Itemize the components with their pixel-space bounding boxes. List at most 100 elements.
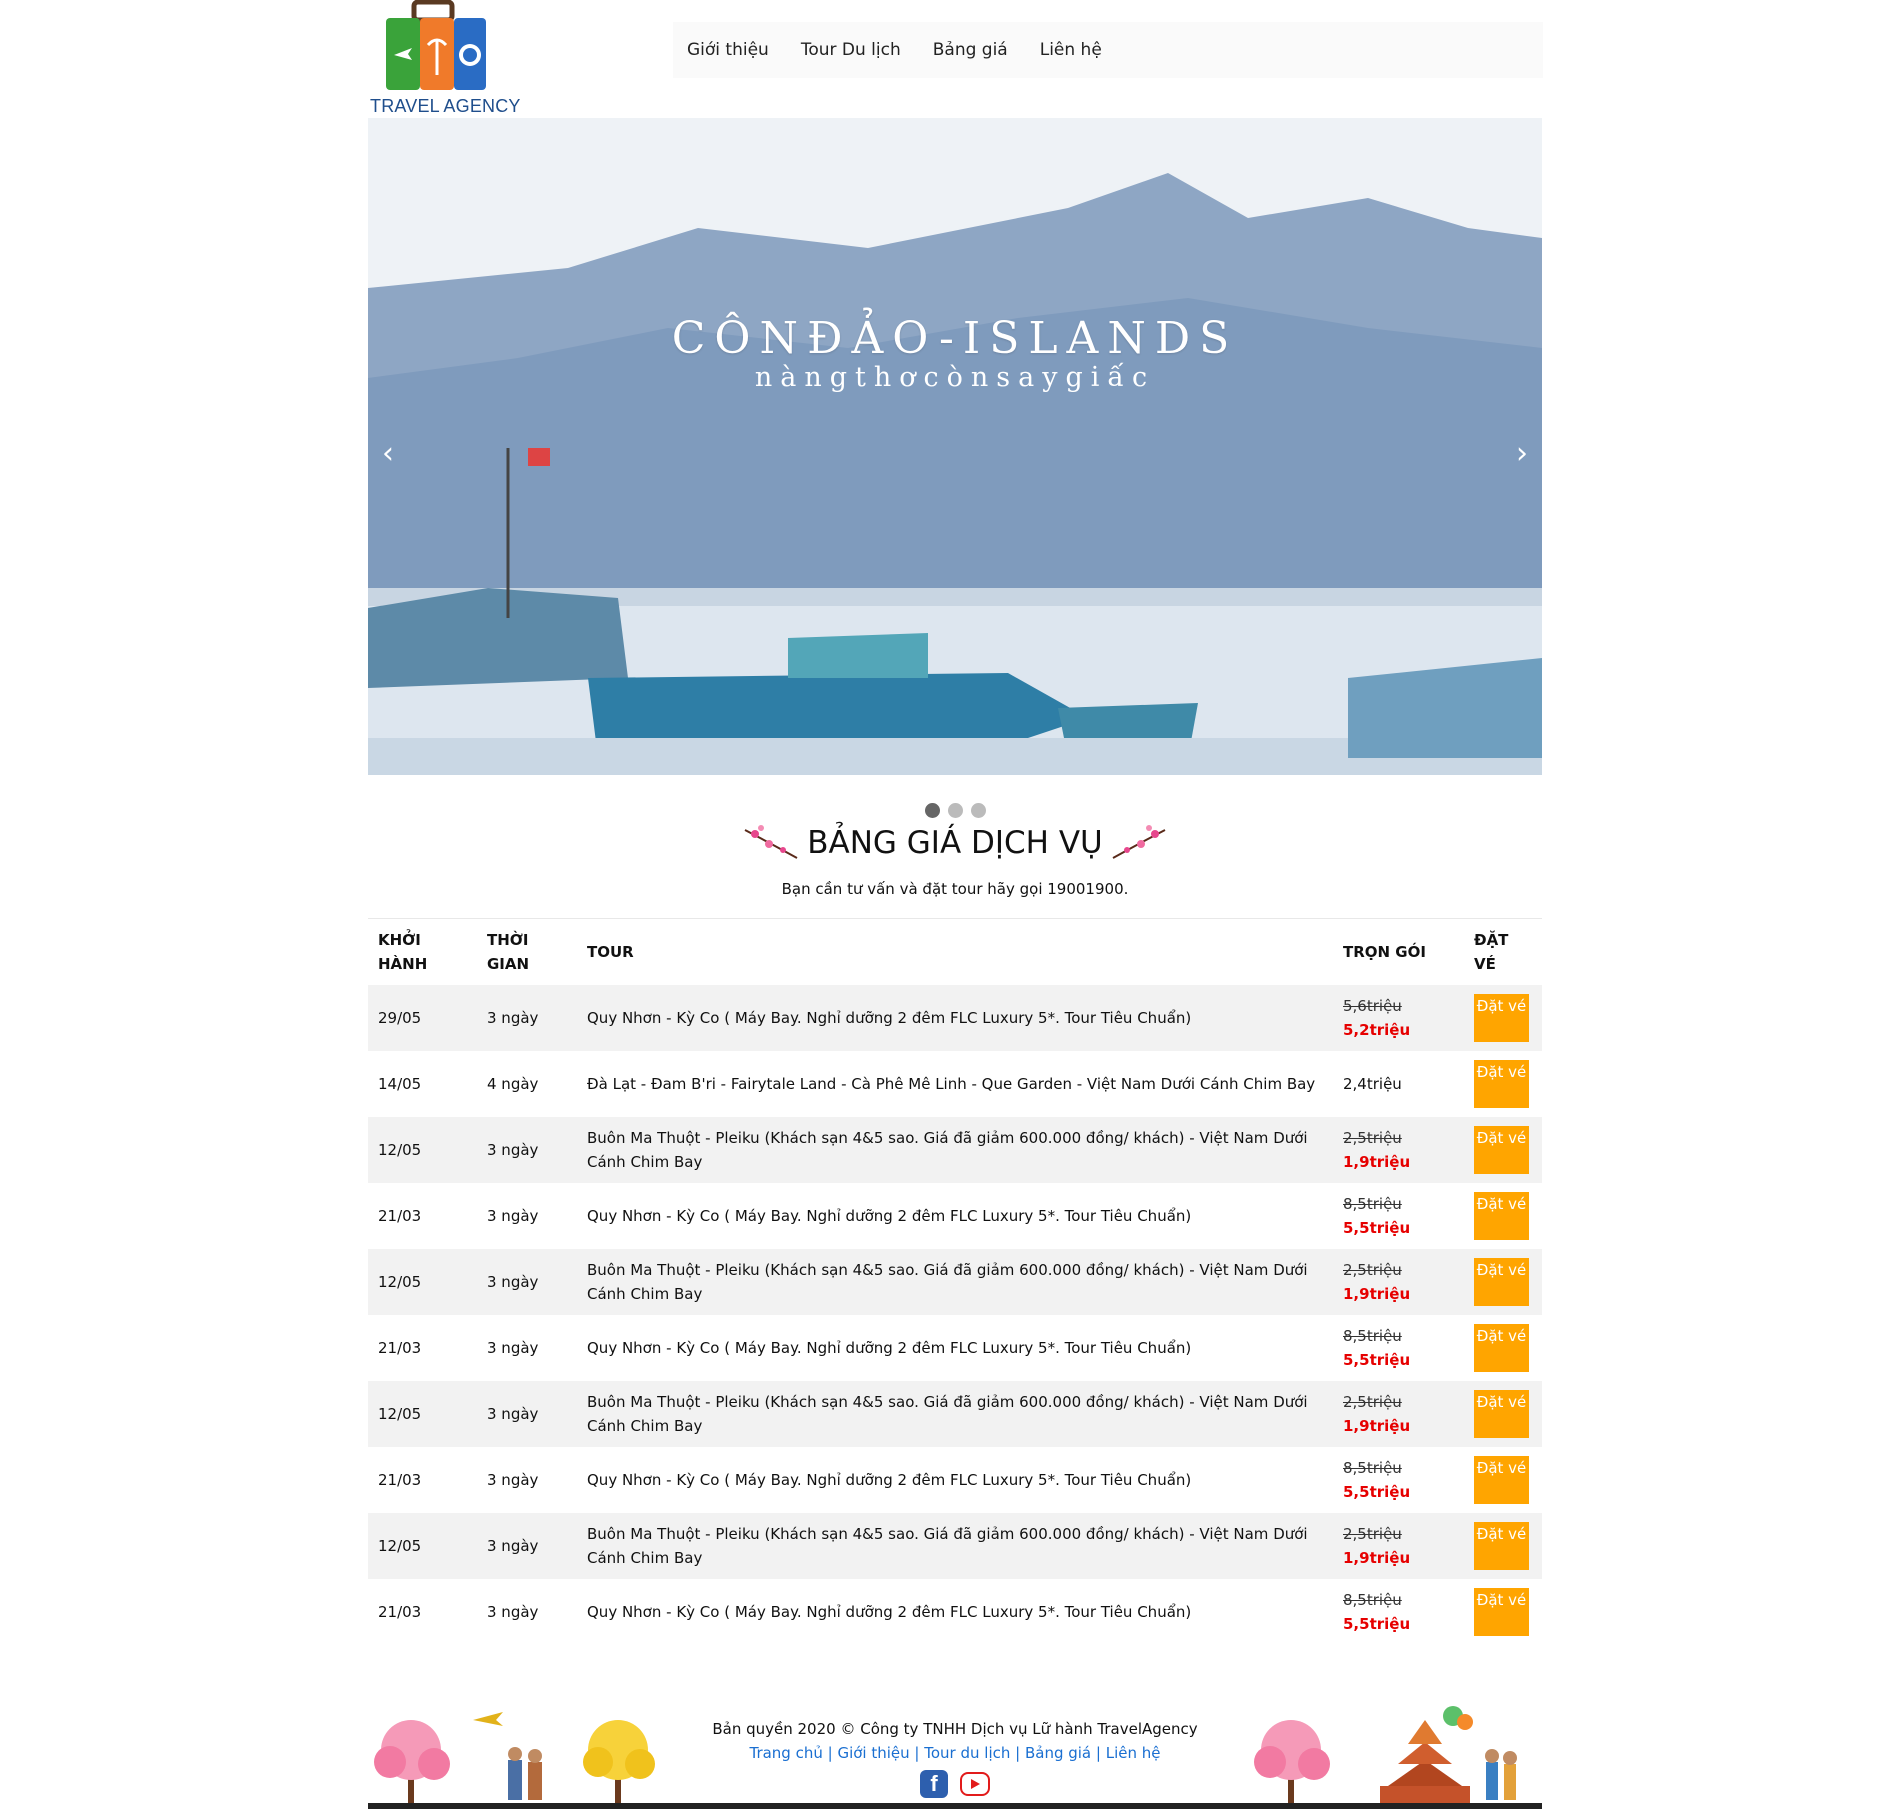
nav-link-bang-gia[interactable]: Bảng giá (933, 40, 1008, 60)
booking-cell: Đặt vé (1464, 985, 1542, 1051)
tour-name: Quy Nhơn - Kỳ Co ( Máy Bay. Nghỉ dưỡng 2… (587, 1009, 1192, 1027)
booking-cell: Đặt vé (1464, 1315, 1542, 1381)
footer-link-lien-he[interactable]: Liên hệ (1106, 1744, 1161, 1762)
slider-next-arrow-icon[interactable]: › (1516, 436, 1528, 471)
package-price: 2,5triệu 1,9triệu (1333, 1117, 1464, 1183)
package-price: 5,6triệu 5,2triệu (1333, 985, 1464, 1051)
booking-cell: Đặt vé (1464, 1513, 1542, 1579)
departure-date: 12/05 (378, 1537, 422, 1555)
nav-link-tour-du-lich[interactable]: Tour Du lịch (801, 40, 901, 60)
slider-dot-2[interactable] (947, 803, 963, 818)
slide-title: CÔNĐẢO-ISLANDS (671, 313, 1239, 364)
sale-price: 1,9triệu (1343, 1153, 1411, 1171)
slide-subtitle: nàngthơcònsaygiấc (754, 362, 1156, 393)
booking-cell: Đặt vé (1464, 1117, 1542, 1183)
sale-price: 5,5triệu (1343, 1615, 1411, 1633)
table-header-row: KHỞI HÀNH THỜI GIAN TOUR TRỌN GÓI ĐẶT VÉ (368, 918, 1542, 985)
book-ticket-button[interactable]: Đặt vé (1474, 1258, 1529, 1306)
suitcase-logo-icon (386, 0, 486, 90)
departure-date: 12/05 (378, 1273, 422, 1291)
old-price: 2,5triệu (1343, 1393, 1402, 1411)
section-subtitle: Bạn cần tư vấn và đặt tour hãy gọi 19001… (781, 880, 1129, 898)
footer-links: Trang chủ | Giới thiệu | Tour du lịch | … (368, 1744, 1542, 1762)
old-price: 2,5triệu (1343, 1129, 1402, 1147)
table-row: 21/03 3 ngày Quy Nhơn - Kỳ Co ( Máy Bay.… (368, 1315, 1542, 1381)
footer-link-gioi-thieu[interactable]: Giới thiệu (837, 1744, 909, 1762)
nav-link-lien-he[interactable]: Liên hệ (1040, 40, 1102, 60)
footer-link-bang-gia[interactable]: Bảng giá (1025, 1744, 1091, 1762)
section-title: BẢNG GIÁ DỊCH VỤ (807, 825, 1103, 861)
book-ticket-button[interactable]: Đặt vé (1474, 1522, 1529, 1570)
book-ticket-button[interactable]: Đặt vé (1474, 1588, 1529, 1636)
package-price: 2,5triệu 1,9triệu (1333, 1249, 1464, 1315)
footer-link-trang-chu[interactable]: Trang chủ (749, 1744, 822, 1762)
old-price: 8,5triệu (1343, 1591, 1402, 1609)
tour-name: Quy Nhơn - Kỳ Co ( Máy Bay. Nghỉ dưỡng 2… (587, 1207, 1192, 1225)
booking-cell: Đặt vé (1464, 1579, 1542, 1645)
old-price: 8,5triệu (1343, 1327, 1402, 1345)
footer-link-tour-du-lich[interactable]: Tour du lịch (924, 1744, 1010, 1762)
column-header-departure: KHỞI HÀNH (368, 918, 477, 985)
youtube-icon[interactable] (960, 1772, 990, 1796)
book-ticket-button[interactable]: Đặt vé (1474, 1192, 1529, 1240)
slide-image (368, 118, 1542, 775)
old-price: 8,5triệu (1343, 1459, 1402, 1477)
duration: 3 ngày (487, 1207, 539, 1225)
facebook-icon[interactable]: f (920, 1770, 948, 1798)
column-header-package-price: TRỌN GÓI (1333, 918, 1464, 985)
departure-date: 21/03 (378, 1603, 422, 1621)
tour-name: Buôn Ma Thuột - Pleiku (Khách sạn 4&5 sa… (587, 1393, 1308, 1435)
table-row: 12/05 3 ngày Buôn Ma Thuột - Pleiku (Khá… (368, 1381, 1542, 1447)
package-price: 8,5triệu 5,5triệu (1333, 1447, 1464, 1513)
old-price: 2,5triệu (1343, 1525, 1402, 1543)
column-header-booking: ĐẶT VÉ (1464, 918, 1542, 985)
package-price: 8,5triệu 5,5triệu (1333, 1183, 1464, 1249)
departure-date: 21/03 (378, 1471, 422, 1489)
link-separator: | (909, 1744, 925, 1762)
slider-dot-3[interactable] (970, 803, 986, 818)
page-container: TRAVEL AGENCY Giới thiệu Tour Du lịch Bả… (368, 0, 1543, 1809)
table-row: 12/05 3 ngày Buôn Ma Thuột - Pleiku (Khá… (368, 1249, 1542, 1315)
duration: 3 ngày (487, 1471, 539, 1489)
table-row: 21/03 3 ngày Quy Nhơn - Kỳ Co ( Máy Bay.… (368, 1183, 1542, 1249)
booking-cell: Đặt vé (1464, 1381, 1542, 1447)
slider-prev-arrow-icon[interactable]: ‹ (382, 436, 394, 471)
package-price: 2,5triệu 1,9triệu (1333, 1513, 1464, 1579)
book-ticket-button[interactable]: Đặt vé (1474, 1324, 1529, 1372)
tour-name: Đà Lạt - Đam B'ri - Fairytale Land - Cà … (587, 1075, 1316, 1093)
footer-bottom-bar (368, 1803, 1542, 1809)
old-price: 5,6triệu (1343, 997, 1402, 1015)
book-ticket-button[interactable]: Đặt vé (1474, 1456, 1529, 1504)
duration: 3 ngày (487, 1405, 539, 1423)
book-ticket-button[interactable]: Đặt vé (1474, 1390, 1529, 1438)
duration: 3 ngày (487, 1141, 539, 1159)
booking-cell: Đặt vé (1464, 1447, 1542, 1513)
social-links: f (368, 1770, 1542, 1798)
duration: 3 ngày (487, 1273, 539, 1291)
header: TRAVEL AGENCY Giới thiệu Tour Du lịch Bả… (368, 0, 1543, 118)
book-ticket-button[interactable]: Đặt vé (1474, 1126, 1529, 1174)
column-header-duration: THỜI GIAN (477, 918, 577, 985)
departure-date: 29/05 (378, 1009, 422, 1027)
tour-name: Buôn Ma Thuột - Pleiku (Khách sạn 4&5 sa… (587, 1261, 1308, 1303)
package-price: 8,5triệu 5,5triệu (1333, 1579, 1464, 1645)
travel-agency-logo[interactable]: TRAVEL AGENCY (368, 0, 520, 118)
link-separator: | (1010, 1744, 1025, 1762)
table-row: 21/03 3 ngày Quy Nhơn - Kỳ Co ( Máy Bay.… (368, 1579, 1542, 1645)
sale-price: 5,5triệu (1343, 1351, 1411, 1369)
tour-name: Buôn Ma Thuột - Pleiku (Khách sạn 4&5 sa… (587, 1129, 1308, 1171)
logo-text: TRAVEL AGENCY (370, 96, 521, 116)
tour-name: Quy Nhơn - Kỳ Co ( Máy Bay. Nghỉ dưỡng 2… (587, 1603, 1192, 1621)
book-ticket-button[interactable]: Đặt vé (1474, 994, 1529, 1042)
price: 2,4triệu (1343, 1075, 1402, 1093)
sale-price: 5,5triệu (1343, 1483, 1411, 1501)
link-separator: | (1091, 1744, 1106, 1762)
blossom-branch-icon (744, 825, 798, 859)
duration: 3 ngày (487, 1603, 539, 1621)
duration: 3 ngày (487, 1339, 539, 1357)
nav-link-gioi-thieu[interactable]: Giới thiệu (687, 40, 769, 60)
book-ticket-button[interactable]: Đặt vé (1474, 1060, 1529, 1108)
slider-dot-1[interactable] (924, 803, 940, 818)
tour-name: Quy Nhơn - Kỳ Co ( Máy Bay. Nghỉ dưỡng 2… (587, 1339, 1192, 1357)
copyright-text: Bản quyền 2020 © Công ty TNHH Dịch vụ Lữ… (712, 1720, 1198, 1738)
